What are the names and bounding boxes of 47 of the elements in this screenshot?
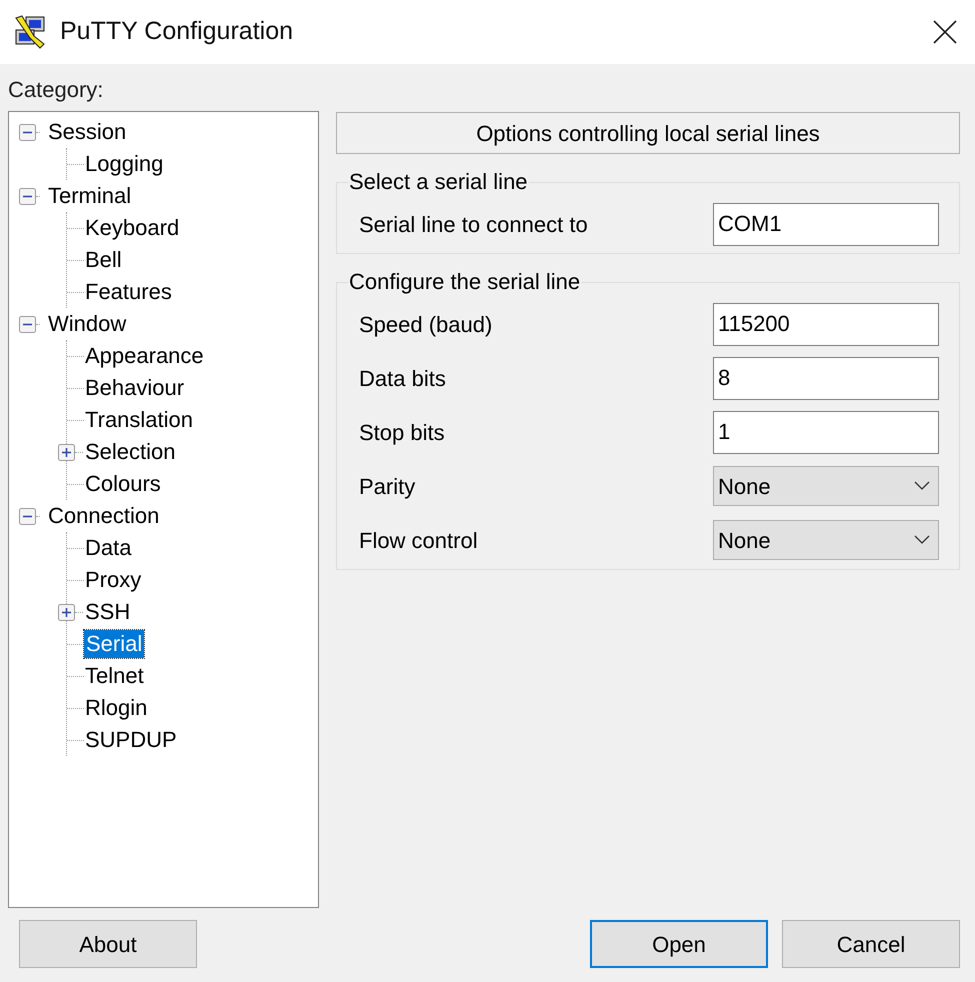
tree-item[interactable]: Keyboard: [84, 214, 180, 242]
tree-item[interactable]: Data: [84, 534, 132, 562]
close-icon[interactable]: [933, 20, 957, 44]
tree-item[interactable]: Telnet: [84, 662, 145, 690]
text-field[interactable]: 115200: [713, 302, 939, 346]
window-title: PuTTY Configuration: [60, 16, 293, 48]
expand-icon[interactable]: [58, 444, 75, 460]
expand-icon[interactable]: [58, 604, 75, 620]
collapse-icon[interactable]: [19, 124, 36, 140]
text-field[interactable]: 8: [713, 356, 939, 400]
tree-item[interactable]: Translation: [84, 406, 194, 434]
tree-item[interactable]: SSH: [84, 598, 132, 626]
category-label: Category:: [8, 76, 104, 104]
tree-item[interactable]: Bell: [84, 246, 123, 274]
dropdown[interactable]: None: [713, 520, 939, 560]
chevron-down-icon: [914, 481, 930, 491]
tree-item[interactable]: Logging: [84, 150, 164, 178]
field-label: Speed (baud): [359, 310, 492, 339]
tree-item[interactable]: Appearance: [84, 342, 205, 370]
chevron-down-icon: [914, 535, 930, 545]
dropdown[interactable]: None: [713, 466, 939, 506]
field-label: Parity: [359, 472, 416, 501]
collapse-icon[interactable]: [19, 508, 36, 524]
field-label: Stop bits: [359, 418, 445, 447]
tree-item[interactable]: Terminal: [47, 182, 132, 210]
tree-item[interactable]: Rlogin: [84, 694, 148, 722]
tree-item[interactable]: Session: [47, 118, 128, 146]
text-field[interactable]: 1: [713, 410, 939, 454]
tree-item[interactable]: Window: [47, 310, 128, 338]
collapse-icon[interactable]: [19, 316, 36, 332]
collapse-icon[interactable]: [19, 188, 36, 204]
tree-item[interactable]: Proxy: [84, 566, 142, 594]
tree-item[interactable]: SUPDUP: [84, 726, 178, 754]
dialog-button[interactable]: Cancel: [782, 920, 960, 968]
tree-item[interactable]: Serial: [84, 630, 144, 658]
tree-item[interactable]: Features: [84, 278, 173, 306]
tree-item[interactable]: Connection: [47, 502, 160, 530]
panel-header: Options controlling local serial lines: [336, 112, 960, 154]
field-label: Flow control: [359, 526, 478, 554]
dialog-button[interactable]: About: [19, 920, 197, 968]
dialog-button[interactable]: Open: [590, 920, 768, 968]
field-label: Data bits: [359, 364, 446, 392]
text-field[interactable]: COM1: [713, 202, 939, 246]
tree-item[interactable]: Selection: [84, 438, 177, 466]
field-label: Serial line to connect to: [359, 210, 588, 238]
tree-item[interactable]: Behaviour: [84, 374, 186, 402]
tree-item[interactable]: Colours: [84, 470, 162, 498]
